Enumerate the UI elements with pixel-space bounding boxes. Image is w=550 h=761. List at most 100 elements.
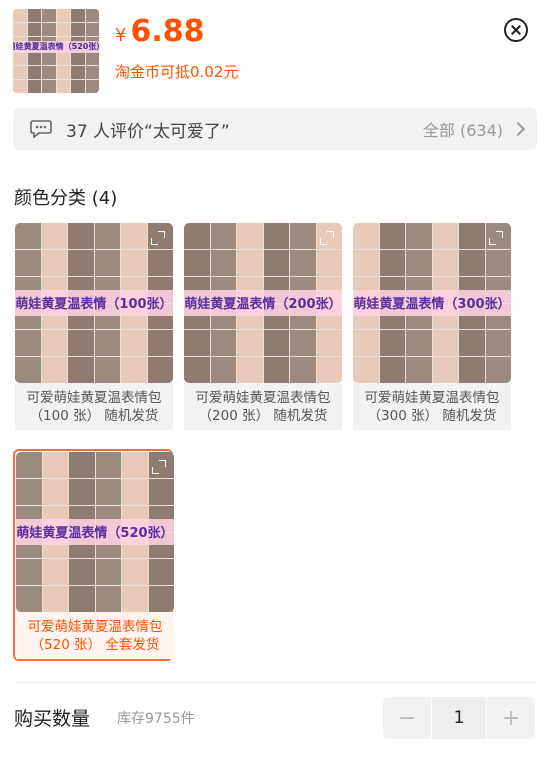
mosaic-tile xyxy=(353,223,379,249)
mosaic-tile xyxy=(210,357,236,383)
mosaic-tile xyxy=(95,586,121,612)
expand-icon[interactable] xyxy=(320,231,334,245)
decrease-button[interactable]: − xyxy=(383,697,431,739)
mosaic-tile xyxy=(71,79,85,93)
mosaic-tile xyxy=(122,478,148,505)
thumbnail-banner: 萌娃黄夏温表情（520张） xyxy=(13,40,99,53)
mosaic-tile xyxy=(379,249,405,276)
mosaic-tile xyxy=(316,330,342,357)
variant-label-line2: （100 张） 随机发货 xyxy=(29,408,159,424)
mosaic-tile xyxy=(290,357,316,383)
mosaic-tile xyxy=(459,357,485,383)
mosaic-tile xyxy=(184,357,210,383)
variant-label-line1: 可爱萌娃黄夏温表情包 xyxy=(26,390,162,406)
mosaic-tile xyxy=(148,586,174,612)
mosaic-tile xyxy=(237,249,263,276)
variant-label: 可爱萌娃黄夏温表情包 （520 张） 全套发货 xyxy=(16,612,174,659)
mosaic-tile xyxy=(379,223,405,249)
close-icon[interactable] xyxy=(504,18,528,42)
mosaic-tile xyxy=(263,357,289,383)
variant-image: 萌娃黄夏温表情（100张） xyxy=(15,223,173,383)
mosaic-tile xyxy=(56,79,70,93)
mosaic-tile xyxy=(94,249,120,276)
coin-discount: 淘金币可抵0.02元 xyxy=(115,63,239,81)
mosaic-tile xyxy=(13,51,27,65)
mosaic-tile xyxy=(42,478,68,505)
mosaic-tile xyxy=(15,357,41,383)
mosaic-tile xyxy=(316,357,342,383)
mosaic-tile xyxy=(210,249,236,276)
expand-icon[interactable] xyxy=(489,231,503,245)
variant-option-200[interactable]: 萌娃黄夏温表情（200张） 可爱萌娃黄夏温表情包 （200 张） 随机发货 xyxy=(183,222,343,430)
reviews-all-link[interactable]: 全部 (634) xyxy=(423,117,503,141)
mosaic-tile xyxy=(353,357,379,383)
product-thumbnail[interactable]: 萌娃黄夏温表情（520张） xyxy=(13,9,99,93)
mosaic-tile xyxy=(42,9,56,23)
mosaic-tile xyxy=(290,223,316,249)
mosaic-tile xyxy=(184,330,210,357)
variant-banner: 萌娃黄夏温表情（200张） xyxy=(184,290,342,316)
chat-bubble-icon xyxy=(30,120,52,138)
mosaic-tile xyxy=(85,51,99,65)
variant-label-line2: （520 张） 全套发货 xyxy=(30,637,160,653)
expand-icon[interactable] xyxy=(152,460,166,474)
mosaic-tile xyxy=(353,249,379,276)
mosaic-tile xyxy=(485,249,511,276)
reviews-bar[interactable]: 37 人评价“太可爱了” 全部 (634) xyxy=(13,108,537,150)
quantity-input[interactable]: 1 xyxy=(432,697,486,739)
mosaic-tile xyxy=(16,452,42,478)
mosaic-tile xyxy=(147,330,173,357)
mosaic-tile xyxy=(56,23,70,37)
mosaic-tile xyxy=(459,223,485,249)
expand-icon[interactable] xyxy=(151,231,165,245)
variant-label-line2: （200 张） 随机发货 xyxy=(198,408,328,424)
mosaic-tile xyxy=(56,51,70,65)
mosaic-tile xyxy=(42,452,68,478)
mosaic-tile xyxy=(94,330,120,357)
variant-label-line1: 可爱萌娃黄夏温表情包 xyxy=(27,619,163,635)
variant-label-line1: 可爱萌娃黄夏温表情包 xyxy=(364,390,500,406)
mosaic-tile xyxy=(263,249,289,276)
mosaic-tile xyxy=(27,51,41,65)
variant-image: 萌娃黄夏温表情（300张） xyxy=(353,223,511,383)
variant-label: 可爱萌娃黄夏温表情包 （100 张） 随机发货 xyxy=(15,383,173,430)
mosaic-tile xyxy=(68,249,94,276)
mosaic-tile xyxy=(485,330,511,357)
mosaic-tile xyxy=(122,586,148,612)
variant-option-520[interactable]: 萌娃黄夏温表情（520张） 可爱萌娃黄夏温表情包 （520 张） 全套发货 xyxy=(13,449,174,661)
mosaic-tile xyxy=(121,330,147,357)
mosaic-tile xyxy=(16,559,42,586)
variant-option-300[interactable]: 萌娃黄夏温表情（300张） 可爱萌娃黄夏温表情包 （300 张） 随机发货 xyxy=(352,222,512,430)
mosaic-tile xyxy=(406,223,432,249)
reviews-summary: 37 人评价“太可爱了” xyxy=(66,121,230,142)
mosaic-tile xyxy=(85,23,99,37)
mosaic-tile xyxy=(16,586,42,612)
mosaic-tile xyxy=(459,330,485,357)
mosaic-tile xyxy=(290,330,316,357)
mosaic-tile xyxy=(148,478,174,505)
mosaic-tile xyxy=(210,223,236,249)
mosaic-tile xyxy=(15,330,41,357)
variant-option-100[interactable]: 萌娃黄夏温表情（100张） 可爱萌娃黄夏温表情包 （100 张） 随机发货 xyxy=(14,222,174,430)
mosaic-tile xyxy=(42,586,68,612)
variant-label: 可爱萌娃黄夏温表情包 （200 张） 随机发货 xyxy=(184,383,342,430)
mosaic-tile xyxy=(69,586,95,612)
mosaic-tile xyxy=(69,478,95,505)
increase-button[interactable]: + xyxy=(487,697,535,739)
mosaic-tile xyxy=(69,452,95,478)
mosaic-tile xyxy=(27,9,41,23)
mosaic-tile xyxy=(121,357,147,383)
variant-banner: 萌娃黄夏温表情（300张） xyxy=(353,290,511,316)
mosaic-tile xyxy=(41,330,67,357)
mosaic-tile xyxy=(94,357,120,383)
quantity-title: 购买数量 xyxy=(14,708,91,730)
product-header: 萌娃黄夏温表情（520张） ¥ 6.88 淘金币可抵0.02元 xyxy=(0,0,550,100)
mosaic-tile xyxy=(406,330,432,357)
mosaic-tile xyxy=(41,223,67,249)
mosaic-tile xyxy=(13,79,27,93)
chevron-right-icon xyxy=(510,121,526,137)
mosaic-tile xyxy=(95,559,121,586)
mosaic-tile xyxy=(56,9,70,23)
mosaic-tile xyxy=(85,9,99,23)
variant-label-line1: 可爱萌娃黄夏温表情包 xyxy=(195,390,331,406)
